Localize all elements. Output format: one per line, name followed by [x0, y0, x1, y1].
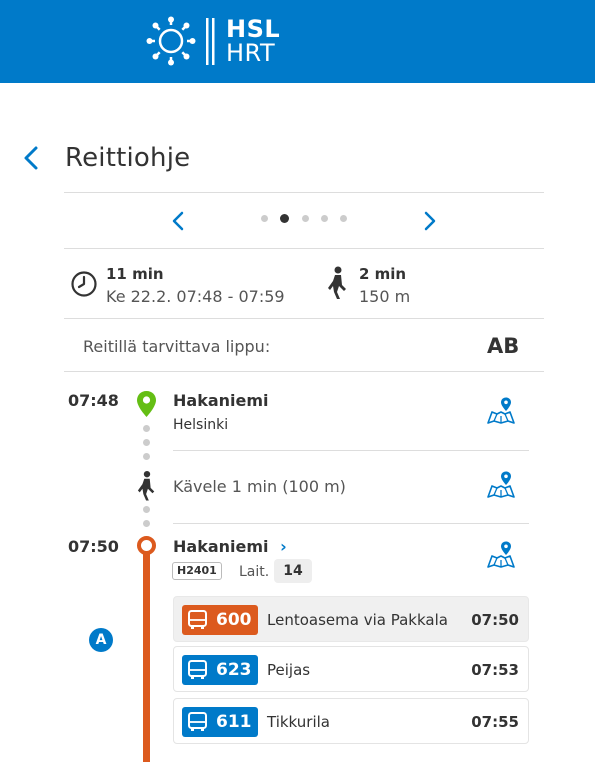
route-number: 611 [216, 712, 252, 732]
walk-icon [328, 266, 346, 299]
logo-divider [206, 18, 215, 65]
divider [173, 523, 529, 524]
start-location-pin-icon [137, 391, 156, 417]
platform-number: 14 [274, 559, 312, 583]
departure-row[interactable]: 611 Tikkurila 07:55 [173, 698, 529, 744]
departure-destination: Peijas [267, 661, 311, 679]
walk-path-dot [143, 453, 150, 460]
walk-leg-icon [137, 471, 155, 501]
next-itinerary-button[interactable] [416, 207, 444, 235]
route-badge: 611 [182, 707, 258, 737]
trip-time-range: Ke 22.2. 07:48 - 07:59 [106, 287, 285, 306]
walk-instruction: Kävele 1 min (100 m) [173, 477, 346, 496]
board-time: 07:50 [68, 537, 119, 556]
departure-row[interactable]: 600 Lentoasema via Pakkala 07:50 [173, 596, 529, 642]
hsl-wordmark: HSL HRT [226, 17, 280, 65]
bus-icon [188, 660, 207, 679]
pager-dot-3[interactable] [302, 215, 309, 222]
app-header: HSL HRT [0, 0, 595, 83]
departure-time: 07:55 [471, 713, 519, 731]
back-button[interactable] [18, 143, 46, 173]
divider [64, 318, 544, 319]
previous-itinerary-button[interactable] [164, 207, 192, 235]
trip-duration: 11 min [106, 265, 164, 283]
pager-dot-2-active[interactable] [280, 214, 289, 223]
walk-path-dot [143, 506, 150, 513]
hsl-sun-logo-icon [146, 16, 196, 66]
map-icon[interactable] [486, 470, 516, 500]
route-number: 623 [216, 660, 252, 680]
departure-time: 07:53 [471, 661, 519, 679]
start-stop-city: Helsinki [173, 417, 229, 433]
departure-destination: Lentoasema via Pakkala [267, 611, 448, 629]
leg-marker-a: A [89, 628, 113, 652]
divider [64, 192, 544, 193]
route-badge: 623 [182, 655, 258, 685]
ticket-zones: AB [487, 334, 520, 358]
start-time: 07:48 [68, 391, 119, 410]
logo-line-hsl: HSL [226, 15, 281, 43]
platform-label: Lait. [239, 564, 270, 580]
walk-distance: 150 m [359, 287, 411, 306]
departure-time: 07:50 [471, 611, 519, 629]
pager-dot-1[interactable] [261, 215, 268, 222]
logo-line-hrt: HRT [226, 39, 276, 67]
bus-icon [188, 610, 207, 629]
pager-dot-4[interactable] [321, 215, 328, 222]
bus-leg-line [143, 551, 150, 762]
walk-path-dot [143, 520, 150, 527]
departure-destination: Tikkurila [267, 713, 330, 731]
chevron-right-icon: › [280, 537, 287, 556]
walk-path-dot [143, 439, 150, 446]
divider [64, 248, 544, 249]
departure-row[interactable]: 623 Peijas 07:53 [173, 646, 529, 692]
board-stop-marker [137, 536, 156, 555]
route-badge: 600 [182, 605, 258, 635]
board-stop-link[interactable]: Hakaniemi › [173, 537, 287, 556]
bus-icon [188, 712, 207, 731]
board-stop-name: Hakaniemi [173, 537, 269, 556]
walk-path-dot [143, 425, 150, 432]
map-icon[interactable] [486, 540, 516, 570]
pager-dot-5[interactable] [340, 215, 347, 222]
map-icon[interactable] [486, 396, 516, 426]
divider [64, 371, 544, 372]
page-title: Reittiohje [65, 143, 191, 173]
clock-icon [71, 271, 97, 297]
start-stop-name[interactable]: Hakaniemi [173, 391, 269, 410]
ticket-label: Reitillä tarvittava lippu: [83, 337, 271, 356]
divider [173, 450, 529, 451]
walk-duration: 2 min [359, 265, 407, 283]
stop-code-badge: H2401 [172, 562, 222, 580]
route-number: 600 [216, 610, 252, 630]
